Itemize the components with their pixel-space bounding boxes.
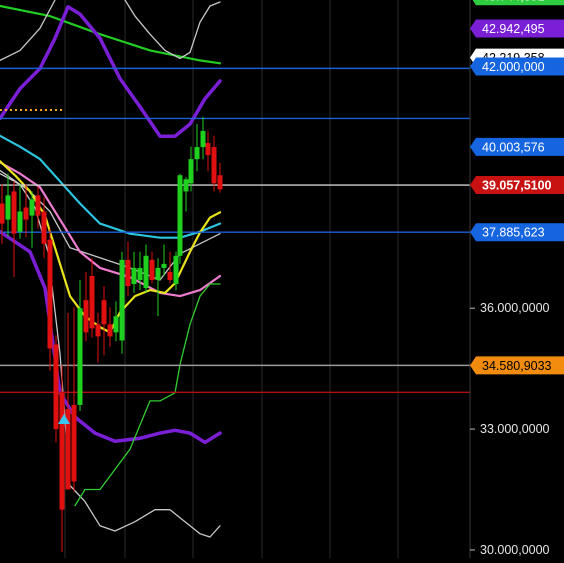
price-tag: 39.057,5100 (470, 176, 564, 195)
candle-body (107, 324, 113, 337)
candle-body (167, 271, 173, 281)
candle-body (183, 179, 189, 192)
candle-body (95, 324, 101, 337)
price-tag-label: 37.885,623 (482, 226, 545, 240)
candle-body (53, 344, 59, 430)
candle-body (161, 263, 167, 268)
candle-body (177, 175, 183, 256)
price-tag: 34.580,9033 (470, 356, 564, 375)
candle-body (173, 255, 179, 285)
candle-body (17, 211, 23, 232)
chart-background (0, 0, 564, 558)
candle-body (149, 259, 155, 281)
candle-body (41, 211, 47, 244)
candle-body (200, 130, 206, 148)
candle-body (71, 404, 77, 482)
candle-body (155, 267, 161, 281)
candlestick-chart: 36.000,0000 33.000,0000 30.000,0000 43.744… (0, 0, 564, 558)
price-tag: 37.885,623 (470, 223, 564, 242)
candle-body (113, 316, 119, 333)
candle-body (194, 147, 200, 160)
candle (53, 335, 59, 443)
axis-tick-label: 33.000,0000 (480, 422, 550, 436)
candle (119, 251, 125, 354)
price-tag: 42.942,495 (470, 19, 564, 38)
candle-body (89, 275, 95, 329)
candle (177, 173, 183, 264)
candle-body (59, 392, 65, 510)
price-tag-label: 42.000,000 (482, 60, 545, 74)
price-tag-label: 34.580,9033 (482, 359, 552, 373)
candle-body (119, 259, 125, 341)
candle-body (83, 300, 89, 333)
price-tag: 42.000,000 (470, 57, 564, 76)
candle-body (188, 159, 194, 184)
candle-body (47, 239, 53, 349)
candle-body (137, 267, 143, 281)
candle-body (5, 195, 11, 220)
candle-body (11, 191, 17, 234)
candle-body (143, 255, 149, 289)
price-tag-label: 42.942,495 (482, 22, 545, 36)
price-tag: 40.003,576 (470, 137, 564, 156)
candle-body (23, 207, 29, 220)
candle-body (217, 175, 223, 190)
candle-body (125, 259, 131, 287)
candle-body (29, 199, 35, 216)
candle-body (35, 195, 41, 216)
price-tag-label: 43.744,351 (482, 0, 545, 4)
price-tag-label: 39.057,5100 (482, 179, 552, 193)
chart-canvas: 36.000,0000 33.000,0000 30.000,0000 43.744… (0, 0, 564, 558)
axis-tick-label: 30.000,0000 (480, 543, 550, 557)
candle-body (205, 143, 211, 156)
price-tag-label: 40.003,576 (482, 140, 545, 154)
candle-body (0, 203, 5, 224)
candle-body (77, 308, 83, 405)
axis-tick-label: 36.000,0000 (480, 301, 550, 315)
price-tag: 43.744,351 (472, 0, 564, 6)
candle-body (211, 147, 217, 184)
candle-body (101, 300, 107, 325)
candle-body (131, 267, 137, 285)
